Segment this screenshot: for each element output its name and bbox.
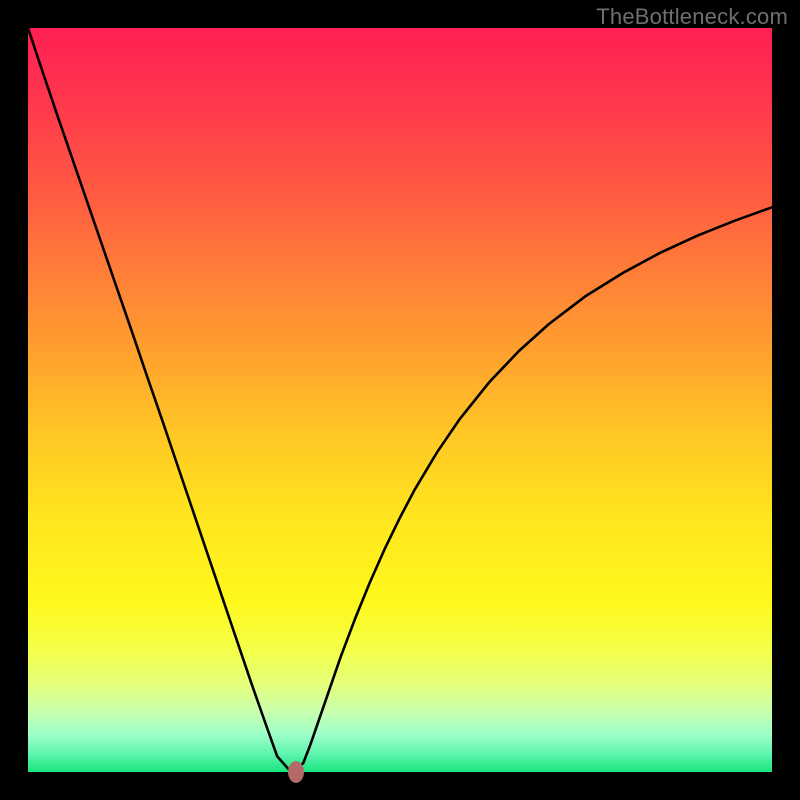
chart-frame: TheBottleneck.com [0,0,800,800]
minimum-marker [288,761,304,783]
plot-area [28,28,772,772]
watermark-text: TheBottleneck.com [596,4,788,30]
bottleneck-curve [28,28,772,772]
